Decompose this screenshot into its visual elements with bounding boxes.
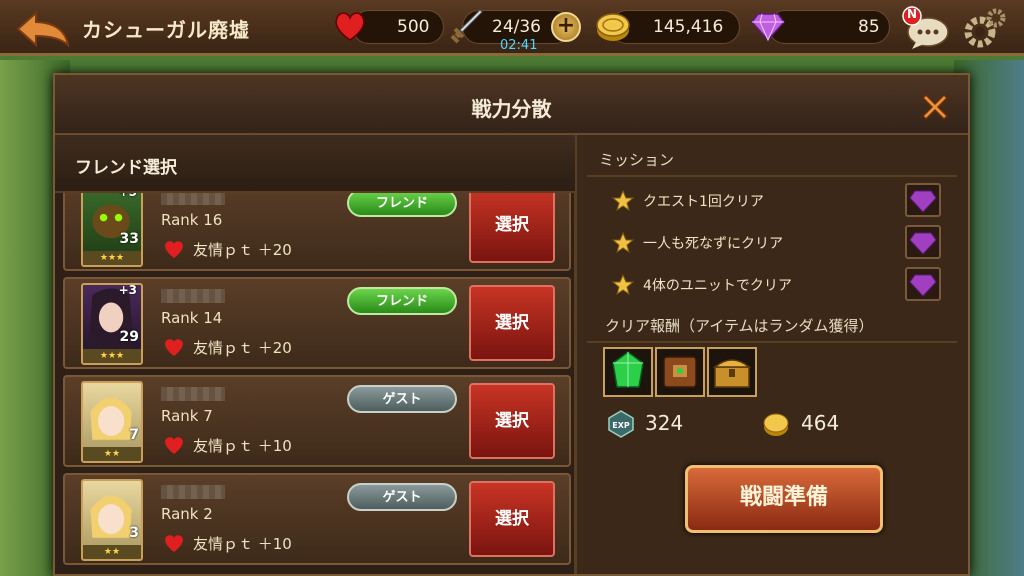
stamina-value: 24/36 [492, 17, 541, 37]
rarity-stars: ★★★ [83, 251, 141, 265]
friend-row: 3 ★★ Rank 2 友情ｐｔ ＋10 ゲスト 選択 [63, 473, 571, 565]
star-icon [611, 231, 635, 254]
select-button[interactable]: 選択 [469, 285, 555, 361]
player-name-blurred [161, 289, 225, 303]
player-name-blurred [161, 485, 225, 499]
friend-row: 7 ★★ Rank 7 友情ｐｔ ＋10 ゲスト 選択 [63, 375, 571, 467]
unit-portrait: +3 29 ★★★ [81, 283, 143, 365]
star-icon [611, 273, 635, 296]
friend-points: 友情ｐｔ ＋20 [193, 339, 292, 357]
mission-text: 一人も死なずにクリア [643, 236, 783, 252]
player-name-blurred [161, 191, 225, 205]
rarity-stars: ★★★ [83, 349, 141, 363]
friend-row: +3 29 ★★★ Rank 14 友情ｐｔ ＋20 フレンド 選択 [63, 277, 571, 369]
friend-points: 友情ｐｔ ＋20 [193, 241, 292, 259]
exp-reward-value: 324 [645, 411, 684, 435]
guest-tag: ゲスト [347, 483, 457, 511]
mission-heading: ミッション [599, 151, 675, 169]
player-rank: Rank 14 [161, 309, 223, 327]
heart-icon [335, 12, 365, 41]
location-title: カシューガル廃墟 [82, 18, 250, 42]
gold-coin-icon [763, 413, 789, 436]
friend-select-pane: フレンド選択 +5 33 ★★★ Rank 16 友情ｐｔ ＋20 フレンド 選… [55, 135, 575, 574]
unit-level: 33 [119, 231, 139, 247]
friend-tag: フレンド [347, 189, 457, 217]
add-stamina-button[interactable]: + [551, 12, 581, 42]
reward-book-icon [655, 347, 705, 397]
mission-text: 4体のユニットでクリア [643, 278, 792, 294]
player-rank: Rank 2 [161, 505, 213, 523]
battle-prepare-button[interactable]: 戦闘準備 [685, 465, 883, 533]
mission-reward-gem-icon [905, 267, 941, 301]
close-icon[interactable] [917, 89, 953, 125]
gems-value: 85 [858, 17, 880, 37]
dialog-titlebar: 戦力分散 [55, 75, 968, 135]
heart-icon [165, 339, 183, 356]
stamina-timer: 02:41 [500, 38, 538, 53]
mission-reward-gem-icon [905, 183, 941, 217]
star-icon [611, 189, 635, 212]
settings-gear-icon[interactable] [958, 6, 1008, 52]
rarity-stars: ★★ [83, 545, 141, 559]
select-button[interactable]: 選択 [469, 383, 555, 459]
gold-coin-icon [596, 13, 630, 41]
rarity-stars: ★★ [83, 447, 141, 461]
friend-select-title: フレンド選択 [75, 158, 177, 178]
mission-text: クエスト1回クリア [643, 194, 764, 210]
select-button[interactable]: 選択 [469, 481, 555, 557]
unit-portrait: 3 ★★ [81, 479, 143, 561]
divider-line [587, 175, 957, 177]
friend-points: 友情ｐｔ ＋10 [193, 535, 292, 553]
reward-green-gem-icon [603, 347, 653, 397]
player-name-blurred [161, 387, 225, 401]
back-arrow-icon[interactable] [14, 9, 72, 49]
gem-icon [751, 13, 785, 42]
unit-level: 29 [119, 329, 139, 345]
unit-portrait: +5 33 ★★★ [81, 185, 143, 267]
guest-tag: ゲスト [347, 385, 457, 413]
unit-level: 7 [129, 427, 139, 443]
gold-reward-value: 464 [801, 411, 840, 435]
notification-badge: N [907, 7, 918, 21]
sword-icon [450, 9, 483, 44]
reward-heading: クリア報酬（アイテムはランダム獲得） [605, 317, 874, 335]
player-rank: Rank 7 [161, 407, 213, 425]
top-bar: カシューガル廃墟 500 24/36 + 02:41 145,416 85 N [0, 0, 1024, 56]
heart-icon [165, 241, 183, 258]
heart-icon [165, 437, 183, 454]
dialog-title: 戦力分散 [471, 97, 552, 121]
svg-text:EXP: EXP [612, 421, 630, 430]
player-rank: Rank 16 [161, 211, 223, 229]
heart-icon [165, 535, 183, 552]
select-button[interactable]: 選択 [469, 187, 555, 263]
friend-tag: フレンド [347, 287, 457, 315]
unit-portrait: 7 ★★ [81, 381, 143, 463]
hearts-value: 500 [397, 17, 430, 37]
divider-line [587, 341, 957, 343]
mission-pane: ミッション クエスト1回クリア 一人も死なずにクリア 4体のユニットでクリア ク… [577, 135, 968, 574]
chat-icon[interactable]: N [902, 6, 950, 50]
dialog-panel: 戦力分散 フレンド選択 +5 33 ★★★ Rank 16 友情ｐｔ ＋20 フ… [53, 73, 970, 576]
mission-reward-gem-icon [905, 225, 941, 259]
exp-icon: EXP [608, 410, 634, 438]
friend-points: 友情ｐｔ ＋10 [193, 437, 292, 455]
unit-plus: +3 [118, 283, 137, 297]
gold-value: 145,416 [653, 17, 724, 37]
unit-level: 3 [129, 525, 139, 541]
reward-chest-icon [707, 347, 757, 397]
friend-select-header: フレンド選択 [55, 135, 575, 193]
